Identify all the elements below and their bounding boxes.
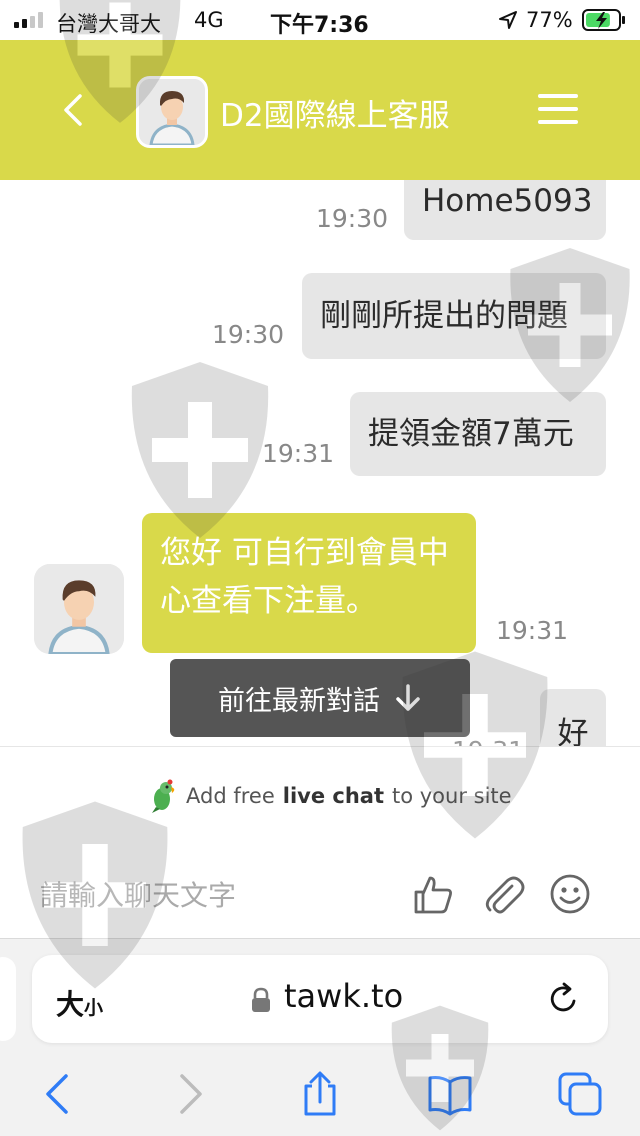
message-time: 19:31 [452, 736, 524, 746]
previous-tab-peek[interactable] [0, 957, 16, 1041]
message-input[interactable] [38, 874, 382, 916]
lock-icon [252, 987, 270, 1012]
carrier-label: 台灣大哥大 [56, 12, 161, 36]
signal-icon [14, 12, 50, 28]
location-arrow-icon [499, 11, 517, 29]
tawk-branding: Add free live chat to your site [0, 746, 640, 847]
message-time: 19:30 [316, 204, 389, 233]
visitor-message: Home5093 [404, 180, 606, 240]
branding-bold: live chat [282, 784, 384, 808]
agent-message: 您好 可自行到會員中心查看下注量。 [142, 513, 476, 653]
tabs-icon[interactable] [556, 1070, 604, 1118]
branding-suffix: to your site [392, 784, 512, 808]
person-avatar-icon [139, 79, 205, 145]
message-text: 提領金額7萬元 [368, 416, 574, 452]
status-time: 下午7:36 [270, 13, 369, 38]
message-text: 好 [557, 716, 589, 746]
agent-message-avatar [34, 564, 124, 654]
message-time: 19:31 [496, 616, 569, 645]
message-time: 19:30 [212, 320, 285, 349]
browser-toolbar [0, 1062, 640, 1136]
message-text: 您好 可自行到會員中心查看下注量。 [160, 535, 449, 619]
battery-charging-icon [582, 9, 625, 31]
message-text: 剛剛所提出的問題 [320, 298, 568, 334]
thumbs-up-icon[interactable] [412, 872, 456, 916]
message-time: 19:31 [262, 439, 335, 468]
share-icon[interactable] [296, 1070, 344, 1118]
hamburger-menu-icon[interactable] [538, 94, 578, 124]
url-field[interactable]: 大小 tawk.to [32, 955, 608, 1043]
chat-header: D2國際線上客服 [0, 40, 640, 180]
battery-percent: 77% [526, 8, 573, 32]
status-bar: 台灣大哥大 4G 下午7:36 77% [0, 0, 640, 40]
jump-to-latest-button[interactable]: 前往最新對話 [170, 659, 470, 737]
network-label: 4G [194, 8, 224, 32]
visitor-message: 好 [540, 689, 606, 746]
message-composer [0, 846, 640, 938]
visitor-message: 提領金額7萬元 [350, 392, 606, 476]
branding-prefix: Add free [186, 784, 275, 808]
arrow-down-icon [396, 684, 420, 711]
reload-icon[interactable] [546, 981, 582, 1017]
emoji-icon[interactable] [548, 872, 592, 916]
back-chevron-icon[interactable] [56, 92, 92, 128]
parrot-icon [152, 779, 175, 813]
visitor-message: 剛剛所提出的問題 [302, 273, 606, 359]
bookmarks-icon[interactable] [426, 1070, 474, 1118]
branding-link[interactable]: Add free live chat to your site [148, 779, 512, 813]
back-icon[interactable] [34, 1070, 82, 1118]
paperclip-icon[interactable] [482, 872, 526, 916]
chat-title: D2國際線上客服 [220, 98, 450, 134]
agent-avatar [136, 76, 208, 148]
url-text: tawk.to [284, 977, 404, 1015]
text-size-button[interactable]: 大小 [56, 983, 103, 1023]
person-avatar-icon [34, 564, 124, 654]
jump-to-latest-label: 前往最新對話 [218, 685, 380, 717]
browser-address-bar: 大小 tawk.to [0, 938, 640, 1063]
forward-icon[interactable] [166, 1070, 214, 1118]
message-text: Home5093 [422, 183, 593, 219]
